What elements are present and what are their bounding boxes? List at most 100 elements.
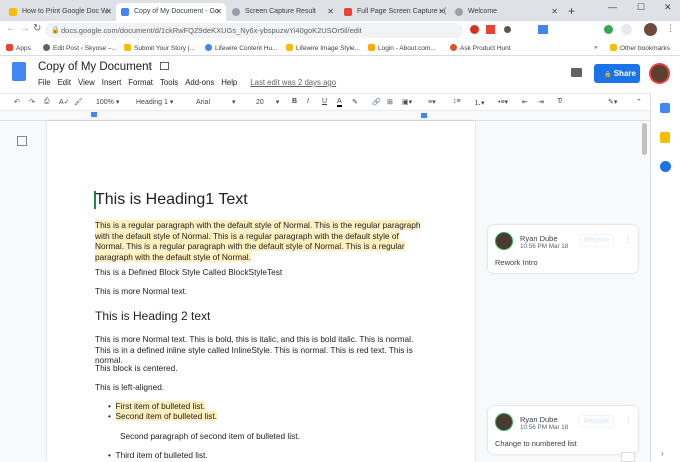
maximize-button[interactable]: ☐ <box>637 2 645 13</box>
last-edit-link[interactable]: Last edit was 2 days ago <box>250 78 336 87</box>
tab-copy-of-my-document[interactable]: Copy of My Document - Go ✕ <box>116 3 226 21</box>
url-bar[interactable]: 🔒 docs.google.com/document/d/1ckRwFQZ9deK… <box>45 23 463 38</box>
tab-how-to-print[interactable]: How to Print Google Doc W ✕ <box>4 3 116 21</box>
comment-card[interactable]: Ryan Dube 10:56 PM Mar 18 Resolve ⋮ Chan… <box>488 406 638 454</box>
bookmark-submit-story[interactable]: Submit Your Story |... <box>124 44 195 52</box>
more-options-icon[interactable]: ⋮ <box>624 415 633 426</box>
bulleted-list-icon[interactable]: •≡▾ <box>498 98 508 106</box>
undo-icon[interactable]: ↶ <box>14 98 20 106</box>
menu-bar: File Edit View Insert Format Tools Add-o… <box>38 78 336 87</box>
new-tab-button[interactable]: + <box>568 4 575 18</box>
numbered-list-icon[interactable]: ⒈▾ <box>474 98 485 108</box>
bookmark-login-about[interactable]: Login - About.com... <box>368 44 436 52</box>
highlight-icon[interactable]: ✎ <box>352 98 358 106</box>
menu-help[interactable]: Help <box>221 78 237 87</box>
indent-marker[interactable] <box>91 112 97 117</box>
spellcheck-icon[interactable]: A✓ <box>59 98 70 106</box>
star-icon[interactable]: ☆ <box>145 61 153 72</box>
more-bookmarks-icon[interactable]: » <box>594 44 598 51</box>
resolve-button[interactable]: Resolve <box>579 415 615 428</box>
add-comment-icon[interactable]: ⊞ <box>387 98 393 106</box>
tab-welcome[interactable]: Welcome ✕ <box>450 3 562 21</box>
redo-icon[interactable]: ↷ <box>29 98 35 106</box>
comments-icon[interactable] <box>571 68 582 77</box>
bookmark-lifewire-image[interactable]: Lifewire Image Style... <box>286 44 360 52</box>
close-window-button[interactable]: ✕ <box>664 2 672 13</box>
profile-avatar[interactable] <box>644 23 657 36</box>
font-size-select[interactable]: 20 ▾ <box>256 98 279 106</box>
more-options-icon[interactable]: ⋮ <box>624 234 633 245</box>
reload-button[interactable]: ↻ <box>33 23 41 34</box>
menu-file[interactable]: File <box>38 78 51 87</box>
bookmark-edit-post[interactable]: Edit Post ‹ Skyose –... <box>43 44 117 52</box>
docs-logo-icon[interactable] <box>12 62 26 81</box>
menu-addons[interactable]: Add-ons <box>185 78 214 87</box>
line-spacing-icon[interactable]: ↕≡ <box>453 98 461 105</box>
align-icon[interactable]: ≡▾ <box>428 98 436 106</box>
tab-full-page-screen-capture[interactable]: Full Page Screen Capture - (✕ <box>339 3 449 21</box>
extension-icon[interactable] <box>538 25 548 34</box>
increase-indent-icon[interactable]: ⇥ <box>538 98 544 106</box>
text-color-button[interactable]: A <box>337 98 342 107</box>
ruler[interactable] <box>0 111 650 121</box>
right-indent-marker[interactable] <box>421 113 427 118</box>
style-select[interactable]: Heading 1 ▾ <box>136 98 173 106</box>
bold-button[interactable]: B <box>292 98 297 105</box>
menu-format[interactable]: Format <box>128 78 153 87</box>
account-avatar[interactable] <box>649 63 670 84</box>
add-comment-button[interactable] <box>621 452 635 462</box>
extension-icon[interactable] <box>504 26 511 33</box>
decrease-indent-icon[interactable]: ⇤ <box>522 98 528 106</box>
docs-header: Copy of My Document ☆ File Edit View Ins… <box>0 56 680 93</box>
forward-button[interactable]: → <box>20 23 30 34</box>
resolve-button[interactable]: Resolve <box>579 234 615 247</box>
insert-image-icon[interactable]: ▣▾ <box>402 98 412 106</box>
zoom-select[interactable]: 100% ▾ <box>96 98 119 106</box>
close-icon[interactable]: ✕ <box>438 7 445 16</box>
extension-icon[interactable] <box>470 25 479 34</box>
keep-icon[interactable] <box>660 132 670 143</box>
underline-button[interactable]: U <box>322 98 327 105</box>
menu-insert[interactable]: Insert <box>102 78 122 87</box>
close-icon[interactable]: ✕ <box>551 7 558 16</box>
bookmark-other[interactable]: Other bookmarks <box>610 44 670 52</box>
camera-icon[interactable] <box>621 24 632 35</box>
print-icon[interactable]: ⎙ <box>44 98 50 106</box>
extension-icon[interactable] <box>604 25 613 34</box>
bookmark-apps[interactable]: Apps <box>6 44 31 52</box>
menu-tools[interactable]: Tools <box>160 78 178 87</box>
outline-icon[interactable] <box>17 136 27 146</box>
editing-mode-icon[interactable]: ✎▾ <box>608 98 617 106</box>
extension-icon[interactable] <box>486 25 495 34</box>
italic-button[interactable]: I <box>307 98 309 105</box>
paint-format-icon[interactable]: 🖌 <box>74 98 83 106</box>
tab-screen-capture-result[interactable]: Screen Capture Result ✕ <box>227 3 338 21</box>
move-folder-icon[interactable] <box>160 62 169 70</box>
bookmark-lifewire-content[interactable]: Lifewire Content Hu... <box>205 44 278 52</box>
share-button[interactable]: 🔒 Share <box>594 64 640 83</box>
calendar-icon[interactable] <box>660 103 670 113</box>
comment-card[interactable]: Ryan Dube 10:56 PM Mar 18 Resolve ⋮ Rewo… <box>488 225 638 273</box>
close-icon[interactable]: ✕ <box>215 7 222 16</box>
menu-edit[interactable]: Edit <box>58 78 71 87</box>
scrollbar[interactable] <box>642 123 647 155</box>
menu-view[interactable]: View <box>78 78 95 87</box>
lock-icon: 🔒 <box>51 27 60 34</box>
document-title[interactable]: Copy of My Document <box>38 61 152 73</box>
menu-icon[interactable]: ⋮ <box>666 23 675 34</box>
avatar <box>495 232 513 250</box>
tasks-icon[interactable] <box>660 161 671 172</box>
close-icon[interactable]: ✕ <box>105 7 112 16</box>
font-select[interactable]: Arial ▾ <box>196 98 235 106</box>
link-icon[interactable]: 🔗 <box>372 98 381 106</box>
bookmark-ask-product-hunt[interactable]: Ask Product Hunt <box>450 44 511 52</box>
normal-paragraph: This is more Normal text. <box>95 286 188 296</box>
left-aligned-paragraph: This is left-aligned. <box>95 382 165 392</box>
close-icon[interactable]: ✕ <box>327 7 334 16</box>
collapse-icon[interactable]: ⌃ <box>636 98 642 106</box>
minimize-button[interactable]: — <box>608 2 617 12</box>
clear-formatting-icon[interactable]: T̸ <box>557 98 561 105</box>
comment-text: Change to numbered list <box>495 439 577 448</box>
expand-panel-icon[interactable]: › <box>661 449 664 458</box>
back-button[interactable]: ← <box>6 23 16 34</box>
